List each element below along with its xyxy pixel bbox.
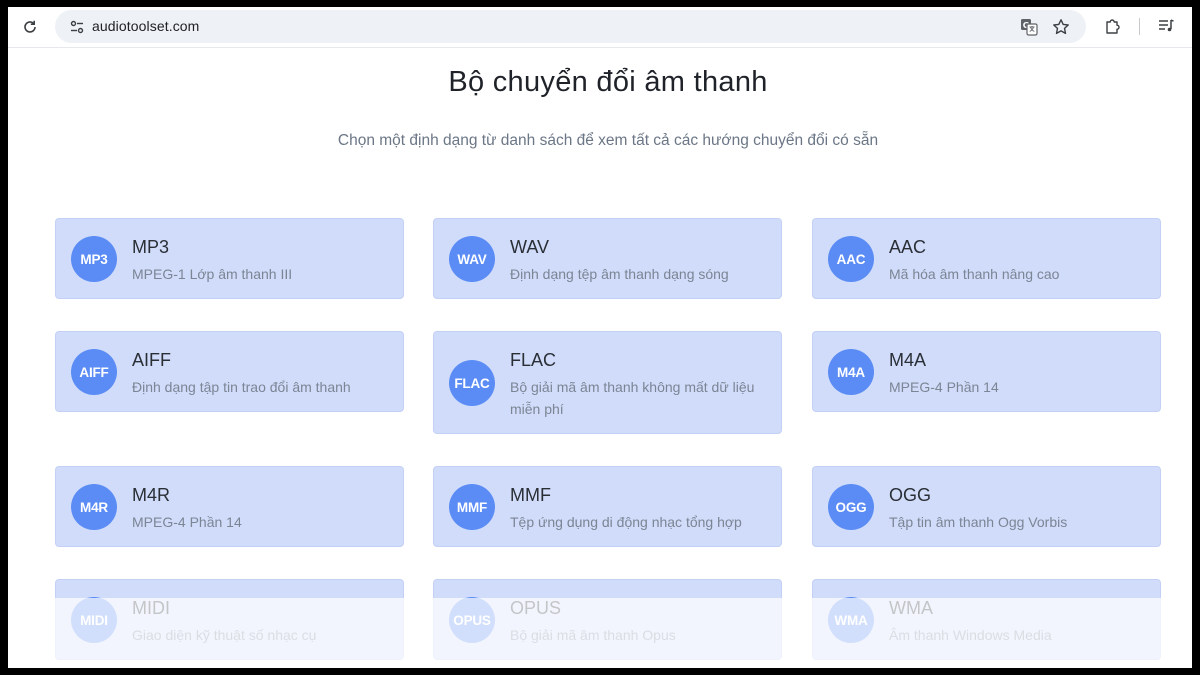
format-card-wma[interactable]: WMA WMA Âm thanh Windows Media <box>812 579 1161 660</box>
browser-toolbar: audiotoolset.com G <box>8 7 1192 48</box>
site-info-button[interactable] <box>65 15 89 39</box>
format-description: Định dạng tập tin trao đổi âm thanh <box>132 379 351 395</box>
toolbar-divider <box>1139 18 1140 35</box>
media-queue-icon <box>1159 19 1174 32</box>
mp3-icon: MP3 <box>71 236 117 282</box>
format-description: Giao diện kỹ thuật số nhạc cụ <box>132 627 317 643</box>
format-description: Âm thanh Windows Media <box>889 627 1052 643</box>
page-subtitle: Chọn một định dạng từ danh sách để xem t… <box>337 132 879 149</box>
puzzle-icon <box>1106 19 1120 34</box>
format-name: WMA <box>889 598 933 618</box>
format-card-mp3[interactable]: MP3 MP3 MPEG-1 Lớp âm thanh III <box>55 218 404 299</box>
browser-window: audiotoolset.com G Bộ chuyển đổi âm than… <box>8 7 1192 668</box>
ogg-icon: OGG <box>828 484 874 530</box>
format-name: M4A <box>889 350 927 370</box>
format-name: AIFF <box>132 350 171 370</box>
url-text[interactable]: audiotoolset.com <box>92 18 199 34</box>
format-description: Mã hóa âm thanh nâng cao <box>889 266 1060 282</box>
format-card-mmf[interactable]: MMF MMF Tệp ứng dụng di động nhạc tổng h… <box>433 466 782 547</box>
page-title: Bộ chuyển đổi âm thanh <box>448 66 768 98</box>
format-name: WAV <box>510 237 549 257</box>
format-description: Tệp ứng dụng di động nhạc tổng hợp <box>510 514 742 530</box>
tune-icon <box>70 20 84 34</box>
extensions-button[interactable] <box>1101 14 1125 38</box>
reload-button[interactable] <box>18 15 42 39</box>
midi-icon: MIDI <box>71 597 117 643</box>
format-description: Định dạng tệp âm thanh dạng sóng <box>510 266 729 282</box>
aac-icon: AAC <box>828 236 874 282</box>
format-description: Bộ giải mã âm thanh Opus <box>510 627 676 643</box>
format-name: FLAC <box>510 350 557 370</box>
mmf-icon: MMF <box>449 484 495 530</box>
format-card-flac[interactable]: FLAC FLAC Bộ giải mã âm thanh không mất … <box>433 331 782 434</box>
translate-icon: G <box>1021 19 1038 36</box>
format-name: MMF <box>510 485 551 505</box>
m4a-icon: M4A <box>828 349 874 395</box>
format-name: MIDI <box>132 598 170 618</box>
reload-icon <box>24 20 36 33</box>
format-name: OGG <box>889 485 932 505</box>
format-card-midi[interactable]: MIDI MIDI Giao diện kỹ thuật số nhạc cụ <box>55 579 404 660</box>
format-card-opus[interactable]: OPUS OPUS Bộ giải mã âm thanh Opus <box>433 579 782 660</box>
flac-icon: FLAC <box>449 360 495 406</box>
aiff-icon: AIFF <box>71 349 117 395</box>
format-card-ogg[interactable]: OGG OGG Tập tin âm thanh Ogg Vorbis <box>812 466 1161 547</box>
wma-icon: WMA <box>828 597 874 643</box>
format-card-aiff[interactable]: AIFF AIFF Định dạng tập tin trao đổi âm … <box>55 331 404 412</box>
format-description: Bộ giải mã âm thanh không mất dữ liệu mi… <box>510 379 755 417</box>
media-control-button[interactable] <box>1154 14 1178 38</box>
page-content: Bộ chuyển đổi âm thanh Chọn một định dạn… <box>8 48 1192 668</box>
format-description: MPEG-4 Phần 14 <box>132 514 242 530</box>
format-name: OPUS <box>510 598 562 618</box>
format-description: Tập tin âm thanh Ogg Vorbis <box>889 514 1068 530</box>
opus-icon: OPUS <box>449 597 495 643</box>
format-card-wav[interactable]: WAV WAV Định dạng tệp âm thanh dạng sóng <box>433 218 782 299</box>
format-name: MP3 <box>132 237 170 257</box>
translate-button[interactable]: G <box>1017 15 1041 39</box>
format-name: AAC <box>889 237 927 257</box>
m4r-icon: M4R <box>71 484 117 530</box>
address-bar[interactable]: audiotoolset.com G <box>55 10 1086 43</box>
bookmark-button[interactable] <box>1049 15 1073 39</box>
format-description: MPEG-1 Lớp âm thanh III <box>132 266 293 282</box>
wav-icon: WAV <box>449 236 495 282</box>
format-card-aac[interactable]: AAC AAC Mã hóa âm thanh nâng cao <box>812 218 1161 299</box>
format-name: M4R <box>132 485 171 505</box>
star-icon <box>1053 19 1069 35</box>
format-description: MPEG-4 Phần 14 <box>889 379 999 395</box>
format-card-m4r[interactable]: M4R M4R MPEG-4 Phần 14 <box>55 466 404 547</box>
format-card-m4a[interactable]: M4A M4A MPEG-4 Phần 14 <box>812 331 1161 412</box>
